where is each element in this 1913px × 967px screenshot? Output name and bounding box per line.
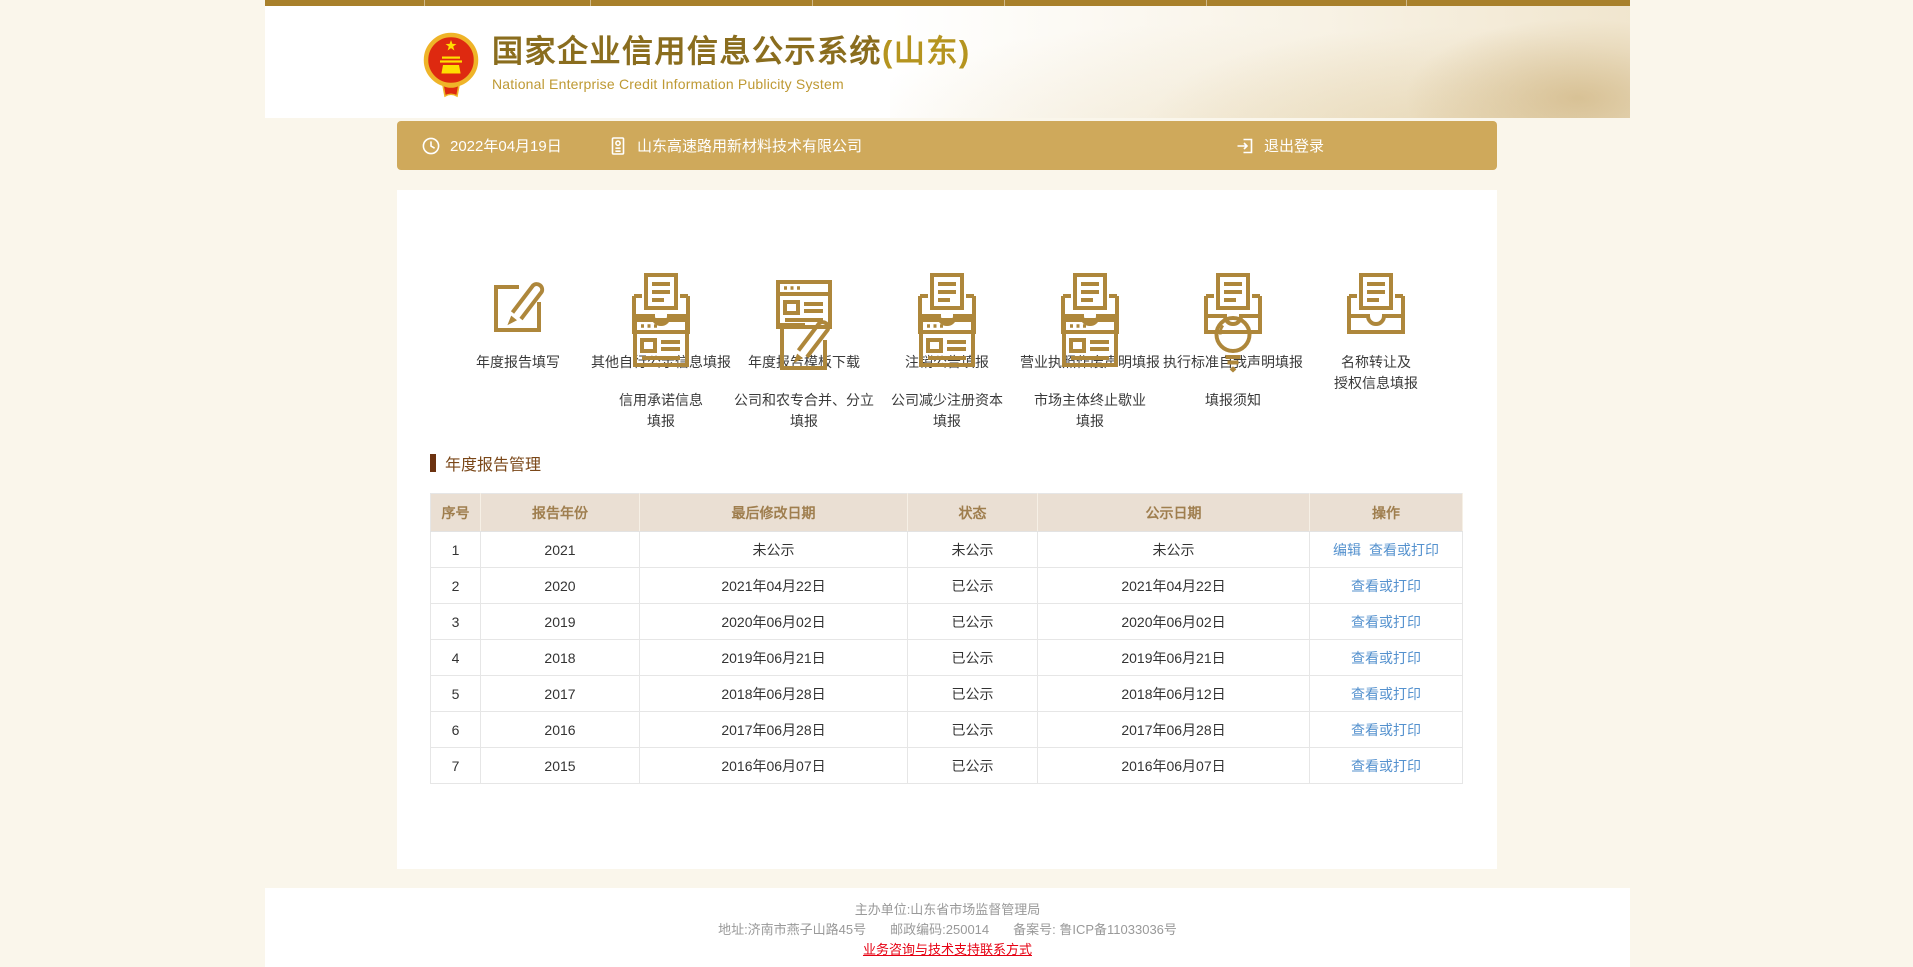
page-title: 国家企业信用信息公示系统(山东) — [492, 34, 971, 70]
action-business-termination[interactable]: 市场主体终止歇业填报 — [1019, 309, 1162, 432]
support-contact-link[interactable]: 业务咨询与技术支持联系方式 — [863, 942, 1032, 957]
col-year: 报告年份 — [481, 494, 640, 532]
bulb-icon — [1199, 309, 1267, 377]
table-header-row: 序号 报告年份 最后修改日期 状态 公示日期 操作 — [431, 494, 1463, 532]
view-print-link[interactable]: 查看或打印 — [1351, 578, 1421, 594]
table-row: 3 2019 2020年06月02日 已公示 2020年06月02日 查看或打印 — [431, 604, 1463, 640]
section-title: 年度报告管理 — [430, 451, 1497, 475]
col-published: 公示日期 — [1038, 494, 1310, 532]
view-print-link[interactable]: 查看或打印 — [1351, 686, 1421, 702]
logout-icon — [1235, 136, 1255, 156]
status-badge: 已公示 — [908, 568, 1038, 604]
action-capital-reduction[interactable]: 公司减少注册资本填报 — [876, 309, 1019, 432]
inbox-doc-icon — [1342, 271, 1410, 339]
action-merger-division[interactable]: 公司和农专合并、分立填报 — [733, 309, 876, 432]
table-row: 4 2018 2019年06月21日 已公示 2019年06月21日 查看或打印 — [431, 640, 1463, 676]
logged-in-company: 山东高速路用新材料技术有限公司 — [608, 121, 862, 170]
action-name-transfer-authorization[interactable]: 名称转让及授权信息填报 — [1305, 271, 1448, 309]
col-no: 序号 — [431, 494, 481, 532]
table-row: 7 2015 2016年06月07日 已公示 2016年06月07日 查看或打印 — [431, 748, 1463, 784]
national-emblem-icon — [423, 30, 479, 100]
view-print-link[interactable]: 查看或打印 — [1351, 650, 1421, 666]
annual-report-table: 序号 报告年份 最后修改日期 状态 公示日期 操作 1 2021 未公示 未公示… — [430, 493, 1463, 784]
col-operations: 操作 — [1310, 494, 1463, 532]
page-subtitle: National Enterprise Credit Information P… — [492, 76, 971, 92]
col-status: 状态 — [908, 494, 1038, 532]
table-row: 1 2021 未公示 未公示 未公示 编辑查看或打印 — [431, 532, 1463, 568]
edit-icon — [484, 271, 552, 339]
status-badge: 已公示 — [908, 712, 1038, 748]
brand: 国家企业信用信息公示系统(山东) National Enterprise Cre… — [423, 30, 971, 100]
section-title-marker — [430, 454, 436, 472]
table-row: 5 2017 2018年06月28日 已公示 2018年06月12日 查看或打印 — [431, 676, 1463, 712]
status-badge: 已公示 — [908, 640, 1038, 676]
action-annual-report-template-download[interactable]: 年度报告模板下载 — [733, 271, 876, 309]
col-modified: 最后修改日期 — [640, 494, 908, 532]
status-badge: 已公示 — [908, 676, 1038, 712]
page-title-region: (山东) — [882, 34, 971, 69]
view-print-link[interactable]: 查看或打印 — [1369, 542, 1439, 558]
quick-actions-row-1: 年度报告填写 其他自行公示信息填报 年度报告模板下载 注销公告填报 营业执照作废… — [397, 190, 1497, 309]
footer-icp: 备案号: 鲁ICP备11033036号 — [1013, 922, 1177, 937]
template-icon — [913, 309, 981, 377]
table-row: 2 2020 2021年04月22日 已公示 2021年04月22日 查看或打印 — [431, 568, 1463, 604]
status-badge: 已公示 — [908, 748, 1038, 784]
action-standard-self-declaration[interactable]: 执行标准自我声明填报 — [1162, 271, 1305, 309]
action-cancellation-announcement[interactable]: 注销公告填报 — [876, 271, 1019, 309]
id-card-icon — [608, 136, 628, 156]
footer-address-line: 地址:济南市燕子山路45号 邮政编码:250014 备案号: 鲁ICP备110330… — [265, 920, 1630, 940]
session-toolbar: 2022年04月19日 山东高速路用新材料技术有限公司 退出登录 — [397, 121, 1497, 170]
clock-icon — [421, 136, 441, 156]
logout-button[interactable]: 退出登录 — [1235, 121, 1324, 170]
main-panel: 年度报告填写 其他自行公示信息填报 年度报告模板下载 注销公告填报 营业执照作废… — [397, 190, 1497, 869]
template-icon — [627, 309, 695, 377]
status-badge: 未公示 — [908, 532, 1038, 568]
template-icon — [1056, 309, 1124, 377]
footer-postcode: 邮政编码:250014 — [890, 922, 989, 937]
action-filing-instructions[interactable]: 填报须知 — [1162, 309, 1305, 432]
view-print-link[interactable]: 查看或打印 — [1351, 758, 1421, 774]
action-credit-commitment[interactable]: 信用承诺信息填报 — [590, 309, 733, 432]
action-annual-report-fill[interactable]: 年度报告填写 — [447, 271, 590, 309]
current-date: 2022年04月19日 — [421, 121, 562, 170]
edit-icon — [770, 309, 838, 377]
edit-link[interactable]: 编辑 — [1333, 542, 1361, 558]
action-other-publicity-info[interactable]: 其他自行公示信息填报 — [590, 271, 733, 309]
site-header: 国家企业信用信息公示系统(山东) National Enterprise Cre… — [265, 6, 1630, 118]
action-license-invalidation[interactable]: 营业执照作废声明填报 — [1019, 271, 1162, 309]
table-row: 6 2016 2017年06月28日 已公示 2017年06月28日 查看或打印 — [431, 712, 1463, 748]
view-print-link[interactable]: 查看或打印 — [1351, 722, 1421, 738]
view-print-link[interactable]: 查看或打印 — [1351, 614, 1421, 630]
status-badge: 已公示 — [908, 604, 1038, 640]
footer-organizer: 主办单位:山东省市场监督管理局 — [265, 900, 1630, 920]
footer-address: 地址:济南市燕子山路45号 — [718, 922, 866, 937]
site-footer: 主办单位:山东省市场监督管理局 地址:济南市燕子山路45号 邮政编码:250014… — [265, 888, 1630, 967]
mountain-artwork — [890, 6, 1630, 118]
